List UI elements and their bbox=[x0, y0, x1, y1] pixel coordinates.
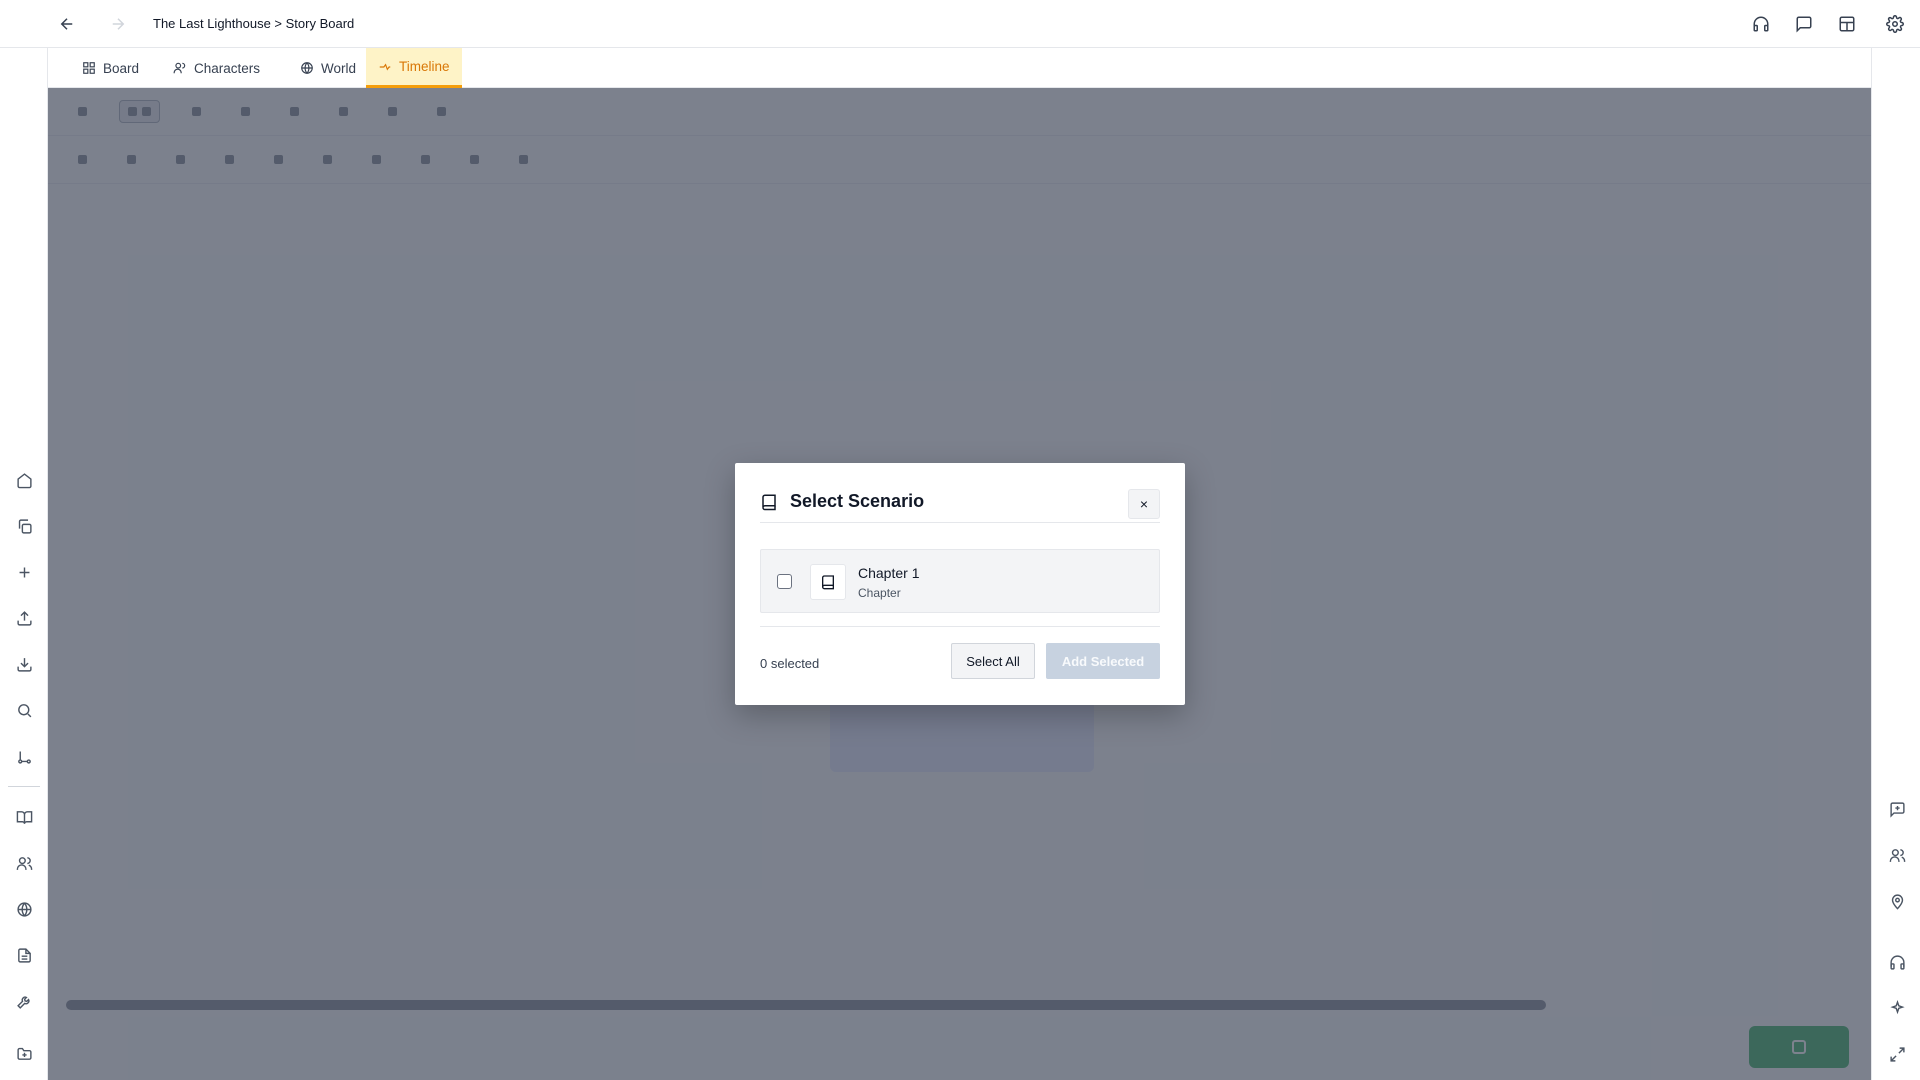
tab-board[interactable]: Board bbox=[70, 48, 151, 88]
users-icon[interactable] bbox=[1885, 843, 1909, 867]
sparkle-icon[interactable] bbox=[1885, 996, 1909, 1020]
scenario-name: Chapter 1 bbox=[858, 565, 920, 581]
folder-plus-icon[interactable] bbox=[12, 1041, 36, 1065]
select-scenario-dialog: Select Scenario Chapter 1 Chapter 0 sele… bbox=[735, 463, 1185, 705]
map-pin-icon[interactable] bbox=[1885, 889, 1909, 913]
select-all-button[interactable]: Select All bbox=[951, 643, 1035, 679]
headphones-icon[interactable] bbox=[1885, 950, 1909, 974]
scenario-list-item[interactable]: Chapter 1 Chapter bbox=[760, 549, 1160, 613]
document-icon[interactable] bbox=[12, 943, 36, 967]
sidebar-divider bbox=[8, 786, 40, 787]
right-rail bbox=[1871, 48, 1920, 1080]
globe-icon bbox=[301, 62, 313, 74]
users-icon bbox=[173, 62, 186, 74]
breadcrumb: The Last Lighthouse > Story Board bbox=[153, 16, 355, 31]
dialog-title: Select Scenario bbox=[790, 491, 925, 511]
book-open-icon[interactable] bbox=[12, 805, 36, 829]
tab-characters[interactable]: Characters bbox=[161, 48, 272, 88]
timeline-icon bbox=[379, 62, 391, 71]
view-tabs: Board Characters World Timeline bbox=[48, 48, 1871, 88]
tab-label: Timeline bbox=[399, 59, 450, 74]
users-icon[interactable] bbox=[12, 851, 36, 875]
chat-icon[interactable] bbox=[1792, 12, 1816, 36]
copy-icon[interactable] bbox=[12, 514, 36, 538]
grid-icon bbox=[83, 62, 95, 74]
tools-icon[interactable] bbox=[12, 989, 36, 1013]
dialog-header: Select Scenario bbox=[760, 489, 1160, 523]
scenario-checkbox[interactable] bbox=[777, 574, 792, 589]
home-icon[interactable] bbox=[12, 468, 36, 492]
plus-icon[interactable] bbox=[12, 560, 36, 584]
book-icon bbox=[762, 494, 776, 511]
title-bar: The Last Lighthouse > Story Board bbox=[0, 0, 1920, 48]
selected-count: 0 selected bbox=[760, 656, 820, 671]
add-selected-button[interactable]: Add Selected bbox=[1046, 643, 1160, 679]
settings-gear-icon[interactable] bbox=[1883, 12, 1907, 36]
back-arrow-icon[interactable] bbox=[55, 12, 79, 36]
tab-label: World bbox=[321, 60, 357, 76]
headphones-icon[interactable] bbox=[1749, 12, 1773, 36]
forward-arrow-icon[interactable] bbox=[106, 12, 130, 36]
book-icon bbox=[822, 575, 834, 590]
expand-icon[interactable] bbox=[1885, 1042, 1909, 1066]
close-dialog-button[interactable]: × bbox=[1128, 489, 1160, 519]
add-comment-icon[interactable] bbox=[1885, 797, 1909, 821]
scenario-thumbnail bbox=[810, 564, 846, 600]
layout-icon[interactable] bbox=[1835, 12, 1859, 36]
tab-world[interactable]: World bbox=[288, 48, 368, 88]
dialog-divider bbox=[760, 626, 1160, 627]
scenario-type: Chapter bbox=[858, 586, 901, 600]
upload-icon[interactable] bbox=[12, 606, 36, 630]
globe-icon[interactable] bbox=[12, 897, 36, 921]
route-icon[interactable] bbox=[12, 744, 36, 768]
download-icon[interactable] bbox=[12, 652, 36, 676]
search-icon[interactable] bbox=[12, 698, 36, 722]
left-sidebar bbox=[0, 48, 48, 1080]
tab-timeline[interactable]: Timeline bbox=[366, 48, 462, 88]
tab-label: Board bbox=[103, 60, 140, 76]
tab-label: Characters bbox=[194, 60, 261, 76]
